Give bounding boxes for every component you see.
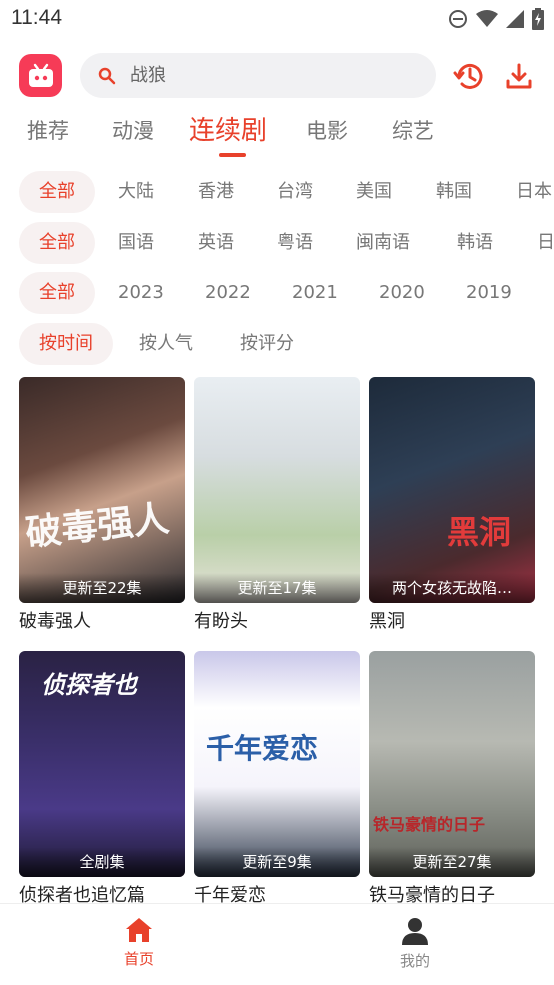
sort-filter-row: 按时间 按人气 按评分 <box>0 323 554 365</box>
tv-logo-icon <box>28 63 53 87</box>
year-chip[interactable]: 2020 <box>379 272 425 314</box>
video-title: 破毒强人 <box>19 611 91 632</box>
video-title: 有盼头 <box>194 611 248 632</box>
status-bar: 11:44 <box>0 0 554 40</box>
poster-image: 铁马豪情的日子 更新至27集 <box>369 651 535 877</box>
region-chip[interactable]: 香港 <box>198 171 234 213</box>
status-time: 11:44 <box>11 6 62 29</box>
tab-variety[interactable]: 综艺 <box>392 108 434 154</box>
bottom-nav: 首页 我的 <box>0 903 554 985</box>
nav-mine[interactable]: 我的 <box>375 916 455 971</box>
sort-chip[interactable]: 按评分 <box>240 323 294 365</box>
year-chip[interactable]: 2021 <box>292 272 338 314</box>
poster-image: 千年爱恋 更新至9集 <box>194 651 360 877</box>
history-icon <box>453 63 483 89</box>
region-chip[interactable]: 全部 <box>19 171 95 213</box>
nav-home[interactable]: 首页 <box>99 916 179 969</box>
language-chip[interactable]: 国语 <box>118 222 154 264</box>
poster-title-art: 黑洞 <box>447 513 512 551</box>
region-chip[interactable]: 美国 <box>356 171 392 213</box>
video-card[interactable]: 破毒强人 更新至22集 破毒强人 <box>19 377 185 633</box>
episode-caption: 两个女孩无故陷… <box>369 573 535 603</box>
episode-caption: 更新至22集 <box>19 573 185 603</box>
language-chip[interactable]: 闽南语 <box>356 222 410 264</box>
tab-movie[interactable]: 电影 <box>306 108 348 154</box>
episode-caption: 更新至9集 <box>194 847 360 877</box>
video-card[interactable]: 更新至17集 有盼头 <box>194 377 360 633</box>
nav-home-label: 首页 <box>123 950 154 968</box>
sort-chip[interactable]: 按时间 <box>19 323 113 365</box>
video-card[interactable]: 黑洞 两个女孩无故陷… 黑洞 <box>369 377 535 633</box>
region-chip[interactable]: 韩国 <box>436 171 472 213</box>
year-chip[interactable]: 2019 <box>466 272 512 314</box>
search-icon <box>98 67 116 84</box>
nav-mine-label: 我的 <box>399 952 430 970</box>
battery-icon <box>532 8 544 30</box>
episode-caption: 更新至27集 <box>369 847 535 877</box>
region-chip[interactable]: 大陆 <box>118 171 154 213</box>
language-chip[interactable]: 粤语 <box>277 222 313 264</box>
app-logo[interactable] <box>19 54 62 97</box>
active-tab-indicator <box>219 153 246 157</box>
signal-icon <box>506 10 524 28</box>
language-chip[interactable]: 韩语 <box>457 222 493 264</box>
video-card[interactable]: 铁马豪情的日子 更新至27集 铁马豪情的日子 <box>369 651 535 907</box>
history-button[interactable] <box>452 59 486 93</box>
poster-image: 破毒强人 更新至22集 <box>19 377 185 603</box>
search-box[interactable] <box>80 53 436 98</box>
poster-title-art: 侦探者也 <box>41 670 137 699</box>
poster-title-art: 千年爱恋 <box>206 732 319 765</box>
video-card[interactable]: 千年爱恋 更新至9集 千年爱恋 <box>194 651 360 907</box>
episode-caption: 更新至17集 <box>194 573 360 603</box>
do-not-disturb-icon <box>449 10 467 28</box>
year-chip[interactable]: 2022 <box>205 272 251 314</box>
region-chip[interactable]: 日本 <box>516 171 552 213</box>
region-chip[interactable]: 台湾 <box>277 171 313 213</box>
year-chip[interactable]: 全部 <box>19 272 95 314</box>
sort-chip[interactable]: 按人气 <box>139 323 193 365</box>
episode-caption: 全剧集 <box>19 847 185 877</box>
video-title: 黑洞 <box>369 611 405 632</box>
year-chip[interactable]: 2023 <box>118 272 164 314</box>
poster-title-art: 破毒强人 <box>23 497 172 555</box>
language-filter-row: 全部 国语 英语 粤语 闽南语 韩语 日 <box>0 222 554 264</box>
tab-anime[interactable]: 动漫 <box>112 108 154 154</box>
poster-image: 黑洞 两个女孩无故陷… <box>369 377 535 603</box>
user-icon <box>402 918 428 945</box>
download-icon <box>506 63 532 89</box>
wifi-icon <box>476 10 498 27</box>
region-filter-row: 全部 大陆 香港 台湾 美国 韩国 日本 <box>0 171 554 213</box>
tab-series[interactable]: 连续剧 <box>189 108 267 154</box>
download-button[interactable] <box>502 59 536 93</box>
search-input[interactable] <box>130 65 400 86</box>
poster-title-art: 铁马豪情的日子 <box>373 815 486 834</box>
home-icon <box>126 918 152 942</box>
tab-recommend[interactable]: 推荐 <box>27 108 69 154</box>
year-filter-row: 全部 2023 2022 2021 2020 2019 <box>0 272 554 314</box>
status-icons <box>448 8 544 30</box>
language-chip[interactable]: 日 <box>537 222 554 264</box>
category-tabs: 推荐 动漫 连续剧 电影 综艺 <box>0 108 554 160</box>
language-chip[interactable]: 全部 <box>19 222 95 264</box>
poster-image: 侦探者也 全剧集 <box>19 651 185 877</box>
poster-image: 更新至17集 <box>194 377 360 603</box>
language-chip[interactable]: 英语 <box>198 222 234 264</box>
video-card[interactable]: 侦探者也 全剧集 侦探者也追忆篇 <box>19 651 185 907</box>
